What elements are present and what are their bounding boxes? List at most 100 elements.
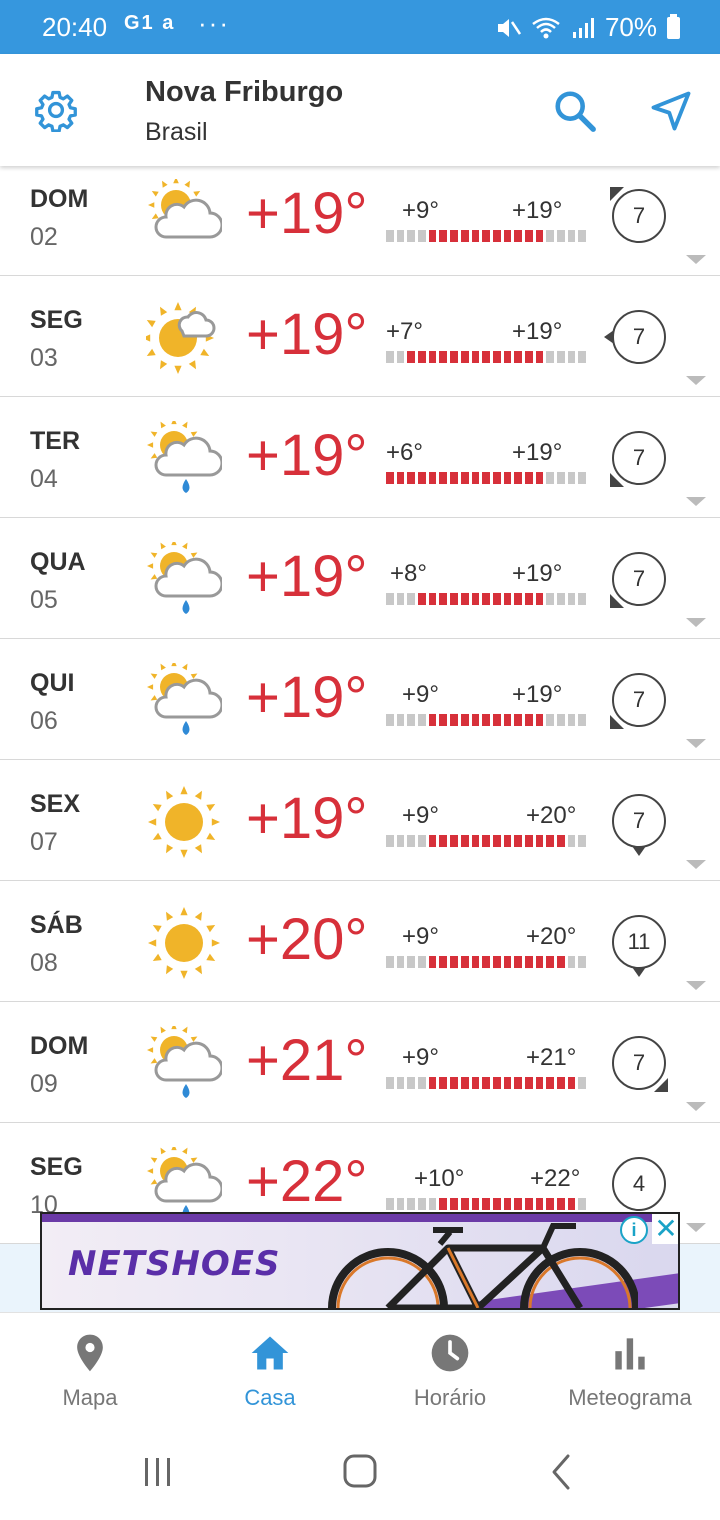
temp-bar-segment [460,1077,469,1089]
day-row[interactable]: QUI 06 +19° +9° +19° 7 [0,639,720,760]
temp-bar-segment [460,1198,469,1210]
min-temperature: +9° [402,197,439,224]
temp-bar-segment [450,1077,458,1089]
temp-bar-segment [407,1077,416,1089]
temp-bar-segment [578,714,587,726]
wind-indicator: 7 [612,794,666,856]
temp-bar-segment [428,593,437,605]
wind-indicator: 4 [612,1157,666,1211]
temp-bar-segment [439,835,448,847]
temp-bar-segment [386,1077,394,1089]
bicycle-image [328,1223,638,1308]
ad-close-icon[interactable]: ✕ [652,1214,678,1244]
temp-bar-segment [578,593,587,605]
temp-bar-segment [567,230,576,242]
temp-bar-segment [514,1198,522,1210]
day-row[interactable]: TER 04 +19° +6° +19° 7 [0,397,720,518]
temp-bar-segment [567,1077,576,1089]
min-temperature: +9° [402,923,439,950]
expand-caret-icon[interactable] [686,618,706,627]
home-icon [251,1336,289,1370]
min-temperature: +10° [414,1165,465,1192]
nav-item-casa[interactable]: Casa [180,1313,360,1425]
temp-bar-segment [557,230,565,242]
mute-icon [497,18,521,37]
min-temperature: +8° [390,560,427,587]
day-row[interactable]: SEG 03 +19° +7° +19° 7 [0,276,720,397]
temp-bar-segment [578,351,587,363]
recent-apps-icon[interactable] [136,1452,180,1492]
search-icon[interactable] [552,88,598,134]
back-icon[interactable] [540,1452,584,1492]
temp-bar-segment [407,351,416,363]
max-temperature: +20° [526,923,577,950]
temp-bar-segment [535,714,544,726]
temp-bar-segment [503,1077,512,1089]
temp-bar-segment [514,230,522,242]
expand-caret-icon[interactable] [686,1223,706,1232]
expand-caret-icon[interactable] [686,255,706,264]
day-temperature: +22° [246,1149,368,1214]
wind-speed: 4 [612,1157,666,1211]
day-row[interactable]: SÁB 08 +20° +9° +20° 11 [0,881,720,1002]
expand-caret-icon[interactable] [686,739,706,748]
day-row[interactable]: SEX 07 +19° +9° +20° 7 [0,760,720,881]
day-row[interactable]: DOM 02 +19° +9° +19° 7 [0,155,720,276]
wind-indicator: 7 [610,552,666,608]
nav-item-horario[interactable]: Horário [360,1313,540,1425]
temp-bar-segment [578,472,587,484]
wind-speed: 7 [612,310,666,364]
temp-bar-segment [471,1198,480,1210]
nav-item-meteograma[interactable]: Meteograma [540,1313,720,1425]
day-date: 05 [30,586,58,614]
temp-bar-segment [492,956,501,968]
temperature-range-bar [386,1198,587,1210]
temp-bar-segment [546,1077,554,1089]
temp-bar-segment [567,714,576,726]
temp-bar-segment [386,351,394,363]
location-arrow-icon[interactable] [650,90,692,132]
temp-bar-segment [546,956,554,968]
expand-caret-icon[interactable] [686,497,706,506]
temp-bar-segment [396,714,405,726]
settings-gear-icon[interactable] [34,88,78,132]
home-button-icon[interactable] [338,1452,382,1492]
temp-bar-segment [524,1198,533,1210]
expand-caret-icon[interactable] [686,376,706,385]
ad-info-icon[interactable]: i [620,1216,648,1244]
max-temperature: +19° [512,197,563,224]
temp-bar-segment [524,1077,533,1089]
temp-bar-segment [492,1198,501,1210]
day-name: QUI [30,669,75,697]
temp-bar-segment [503,593,512,605]
expand-caret-icon[interactable] [686,1102,706,1111]
expand-caret-icon[interactable] [686,981,706,990]
nav-item-mapa[interactable]: Mapa [0,1313,180,1425]
temp-bar-segment [503,714,512,726]
temp-bar-segment [386,472,394,484]
expand-caret-icon[interactable] [686,860,706,869]
temp-bar-segment [428,351,437,363]
max-temperature: +20° [526,802,577,829]
day-row[interactable]: QUA 05 +19° +8° +19° 7 [0,518,720,639]
temp-bar-segment [535,351,544,363]
temp-bar-segment [546,351,554,363]
temp-bar-segment [418,1198,426,1210]
ad-banner[interactable]: NETSHOES i ✕ [40,1212,680,1310]
temperature-range-bar [386,351,587,363]
city-name: Nova Friburgo [145,76,344,108]
nav-label-mapa: Mapa [62,1385,118,1410]
sun-rain-icon [146,539,224,618]
day-row[interactable]: DOM 09 +21° +9° +21° 7 [0,1002,720,1123]
app-header: Nova Friburgo Brasil [0,54,720,166]
temp-bar-segment [514,1077,522,1089]
day-name: QUA [30,548,86,576]
temp-bar-segment [471,956,480,968]
wind-indicator: 7 [604,310,666,364]
temp-bar-segment [514,835,522,847]
day-date: 03 [30,344,58,372]
temp-bar-segment [567,351,576,363]
day-name: DOM [30,185,89,213]
temp-bar-segment [503,230,512,242]
temperature-range-bar [386,956,587,968]
